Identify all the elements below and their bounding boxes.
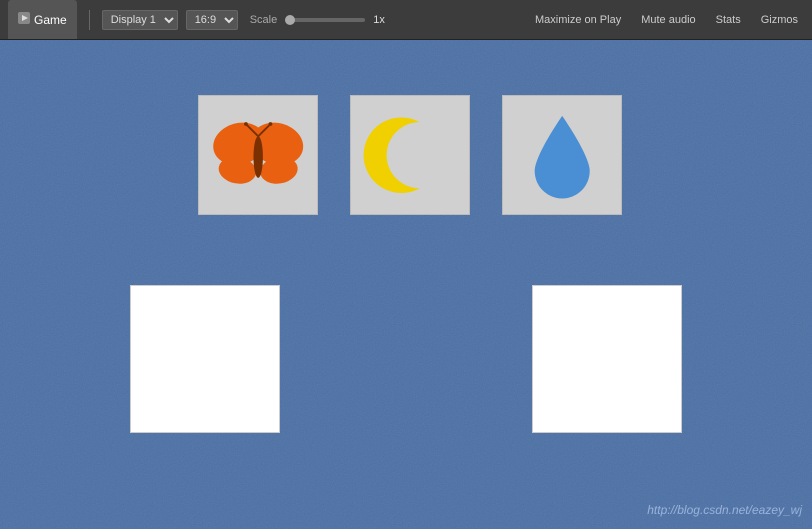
scale-label: Scale <box>250 14 278 26</box>
display-select[interactable]: Display 1 <box>102 10 178 30</box>
separator-1 <box>89 10 90 30</box>
mute-button[interactable]: Mute audio <box>635 12 701 28</box>
water-card[interactable] <box>502 95 622 215</box>
game-icon <box>18 12 30 27</box>
aspect-select[interactable]: 16:9 <box>186 10 238 30</box>
empty-card-2[interactable] <box>532 285 682 433</box>
scale-value: 1x <box>373 14 393 26</box>
moon-card[interactable] <box>350 95 470 215</box>
scale-slider[interactable] <box>285 18 365 22</box>
empty-card-1[interactable] <box>130 285 280 433</box>
toolbar: Game Display 1 16:9 Scale 1x Maximize on… <box>0 0 812 40</box>
butterfly-card[interactable] <box>198 95 318 215</box>
maximize-button[interactable]: Maximize on Play <box>529 12 627 28</box>
game-tab-label: Game <box>34 13 67 27</box>
game-area: http://blog.csdn.net/eazey_wj <box>0 40 812 529</box>
stats-button[interactable]: Stats <box>710 12 747 28</box>
game-tab[interactable]: Game <box>8 0 77 39</box>
gizmos-button[interactable]: Gizmos <box>755 12 804 28</box>
watermark: http://blog.csdn.net/eazey_wj <box>647 503 802 517</box>
